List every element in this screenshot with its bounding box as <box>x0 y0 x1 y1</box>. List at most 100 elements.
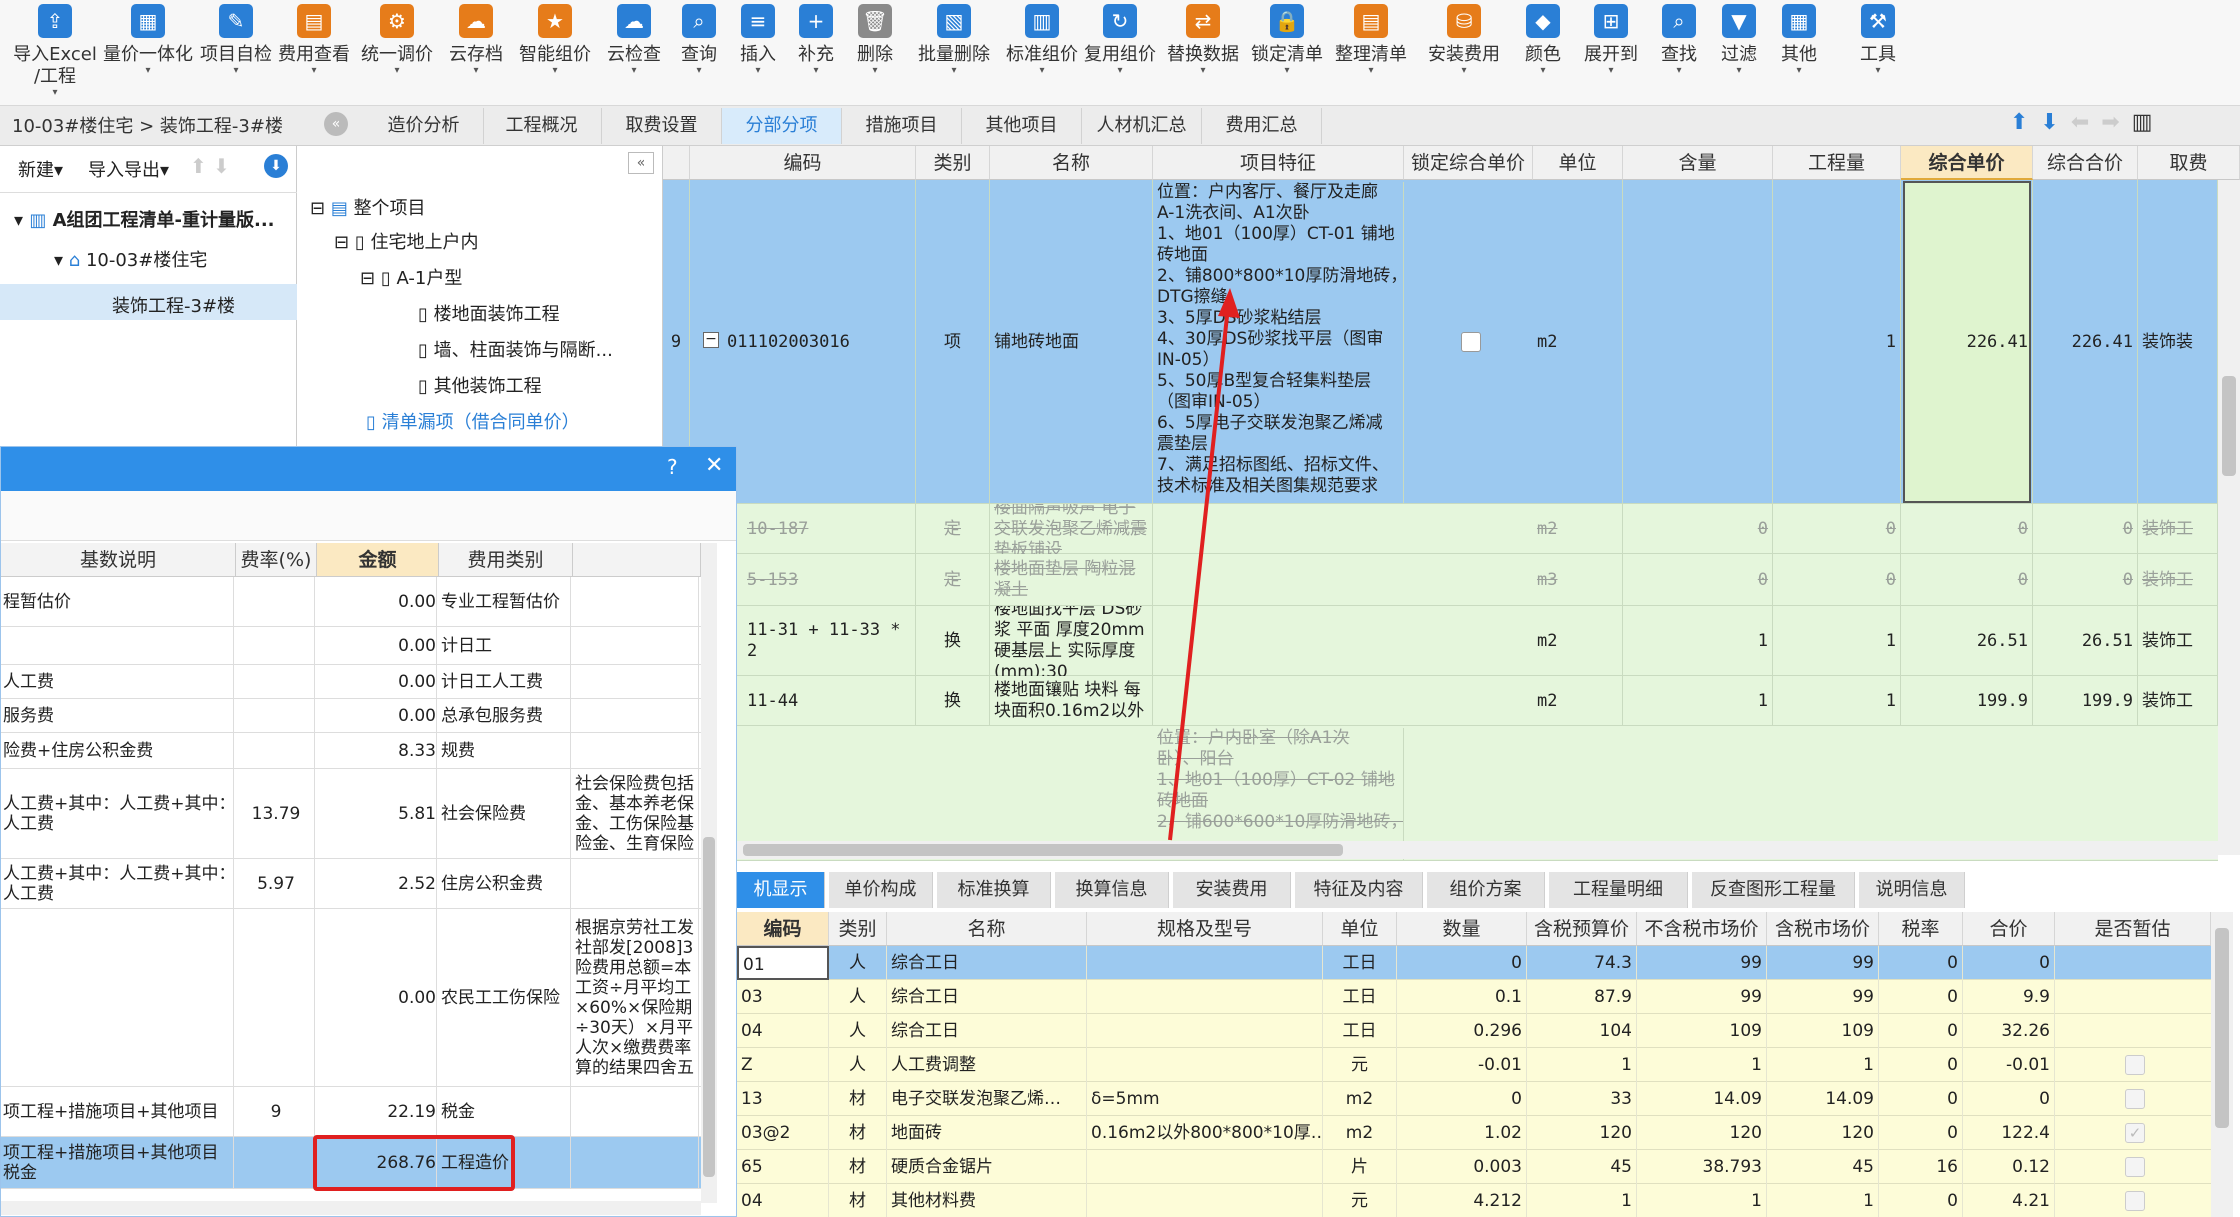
download-icon[interactable]: ⬇ <box>264 154 288 178</box>
toolbar-check-button[interactable]: ✎ 项目自检 ▾ <box>198 0 274 100</box>
estimate-checkbox[interactable] <box>2125 1055 2145 1075</box>
grid-header-2[interactable]: 名称 <box>990 146 1153 180</box>
detail-tab-0[interactable]: 机显示 <box>737 872 825 908</box>
collapse-panel-icon[interactable]: « <box>628 152 654 174</box>
toolbar-lock-button[interactable]: 🔒 锁定清单 ▾ <box>1248 0 1326 100</box>
detail-header-10[interactable]: 合价 <box>1963 912 2055 946</box>
toolbar-fee-view-button[interactable]: ▤ 费用查看 ▾ <box>276 0 352 100</box>
tab-5[interactable]: 其他项目 <box>962 108 1082 144</box>
tree-item-building[interactable]: ▾ ⌂ 10-03#楼住宅 <box>54 246 207 272</box>
grid-vscroll[interactable] <box>2218 180 2240 855</box>
tab-7[interactable]: 费用汇总 <box>1202 108 1322 144</box>
detail-header-5[interactable]: 数量 <box>1397 912 1527 946</box>
close-icon[interactable]: ✕ <box>705 453 723 478</box>
detail-header-11[interactable]: 是否暂估 <box>2055 912 2211 946</box>
detail-tab-6[interactable]: 组价方案 <box>1427 872 1545 908</box>
detail-header-4[interactable]: 单位 <box>1323 912 1397 946</box>
detail-header-2[interactable]: 名称 <box>887 912 1087 946</box>
ptree-item[interactable]: ▯ 墙、柱面装饰与隔断... <box>418 336 613 362</box>
detail-tab-5[interactable]: 特征及内容 <box>1295 872 1423 908</box>
toolbar-smart-price-button[interactable]: ★ 智能组价 ▾ <box>512 0 598 100</box>
toolbar-replace-data-button[interactable]: ⇄ 替换数据 ▾ <box>1160 0 1246 100</box>
detail-header-1[interactable]: 类别 <box>829 912 887 946</box>
tab-0[interactable]: 造价分析 <box>364 108 484 144</box>
ptree-item[interactable]: ▯ 清单漏项（借合同单价） <box>366 408 580 434</box>
detail-tab-1[interactable]: 单价构成 <box>829 872 933 908</box>
tab-3[interactable]: 分部分项 <box>722 108 842 144</box>
toolbar-supplement-button[interactable]: + 补充 ▾ <box>788 0 844 100</box>
detail-header-9[interactable]: 税率 <box>1879 912 1963 946</box>
grid-header-10[interactable]: 取费 <box>2138 146 2240 180</box>
tree-item-decoration[interactable]: 装饰工程-3#楼 <box>112 292 235 318</box>
grid-header-9[interactable]: 综合合价 <box>2033 146 2138 180</box>
grid-header-8[interactable]: 综合单价 <box>1901 146 2033 180</box>
detail-tab-3[interactable]: 换算信息 <box>1055 872 1169 908</box>
dialog-hscroll[interactable] <box>1 1201 701 1215</box>
grid-header-5[interactable]: 单位 <box>1533 146 1623 180</box>
help-icon[interactable]: ? <box>667 455 678 479</box>
toolbar-standard-price-button[interactable]: ▥ 标准组价 ▾ <box>1004 0 1080 100</box>
tab-4[interactable]: 措施项目 <box>842 108 962 144</box>
grid-header-0[interactable]: 编码 <box>690 146 916 180</box>
toolbar-batch-delete-button[interactable]: ▧ 批量删除 ▾ <box>906 0 1002 100</box>
detail-header-7[interactable]: 不含税市场价 <box>1637 912 1767 946</box>
detail-tab-8[interactable]: 反查图形工程量 <box>1692 872 1855 908</box>
estimate-checkbox[interactable] <box>2125 1191 2145 1211</box>
toolbar-cloud-check-button[interactable]: ☁ 云检查 ▾ <box>600 0 668 100</box>
toolbar-adjust-price-button[interactable]: ⚙ 统一调价 ▾ <box>354 0 440 100</box>
detail-tab-2[interactable]: 标准换算 <box>937 872 1051 908</box>
toolbar-insert-button[interactable]: ≡ 插入 ▾ <box>730 0 786 100</box>
dialog-header-0[interactable]: 基数说明 <box>1 543 236 577</box>
tab-1[interactable]: 工程概况 <box>482 108 602 144</box>
detail-tab-9[interactable]: 说明信息 <box>1859 872 1965 908</box>
import-export-button[interactable]: 导入导出▾ <box>88 156 169 182</box>
detail-header-3[interactable]: 规格及型号 <box>1087 912 1323 946</box>
grid-header-7[interactable]: 工程量 <box>1773 146 1901 180</box>
toolbar-organize-list-button[interactable]: ▤ 整理清单 ▾ <box>1328 0 1414 100</box>
ptree-item[interactable]: ⊟ ▤ 整个项目 <box>310 194 426 220</box>
grid-header-3[interactable]: 项目特征 <box>1153 146 1404 180</box>
new-button[interactable]: 新建▾ <box>18 156 63 182</box>
toolbar-install-fee-button[interactable]: ⛁ 安装费用 ▾ <box>1416 0 1512 100</box>
toolbar-trash-button[interactable]: 🗑 删除 ▾ <box>846 0 904 100</box>
detail-vscroll-thumb[interactable] <box>2215 928 2229 1128</box>
estimate-checkbox[interactable] <box>2125 1157 2145 1177</box>
dialog-header-1[interactable]: 费率(%) <box>236 543 317 577</box>
dialog-header-2[interactable]: 金额 <box>317 543 439 577</box>
toolbar-cloud-upload-button[interactable]: ☁ 云存档 ▾ <box>442 0 510 100</box>
detail-tab-7[interactable]: 工程量明细 <box>1549 872 1688 908</box>
toolbar-filter-button[interactable]: ▼ 过滤 ▾ <box>1710 0 1768 100</box>
detail-header-6[interactable]: 含税预算价 <box>1527 912 1637 946</box>
collapse-row-icon[interactable]: − <box>703 332 719 348</box>
grid-header-1[interactable]: 类别 <box>916 146 990 180</box>
ptree-item[interactable]: ▯ 其他装饰工程 <box>418 372 542 398</box>
toolbar-other-grid-button[interactable]: ▦ 其他 ▾ <box>1770 0 1828 100</box>
toolbar-color-button[interactable]: ◆ 颜色 ▾ <box>1514 0 1572 100</box>
tab-6[interactable]: 人材机汇总 <box>1082 108 1202 144</box>
toolbar-import-excel-button[interactable]: ⇪ 导入Excel /工程 ▾ <box>12 0 98 100</box>
ptree-item[interactable]: ⊟ ▯ 住宅地上户内 <box>334 228 478 254</box>
estimate-checkbox[interactable]: ✓ <box>2125 1123 2145 1143</box>
grid-header-6[interactable]: 含量 <box>1623 146 1773 180</box>
toolbar-tool-button[interactable]: ⚒ 工具 ▾ <box>1830 0 1926 100</box>
grid-vscroll-thumb[interactable] <box>2222 376 2236 476</box>
grid-header-4[interactable]: 锁定综合单价 <box>1404 146 1533 180</box>
toolbar-reuse-price-button[interactable]: ↻ 复用组价 ▾ <box>1082 0 1158 100</box>
toolbar-expand-button[interactable]: ⊞ 展开到 ▾ <box>1574 0 1648 100</box>
grid-hscroll-thumb[interactable] <box>743 844 1343 856</box>
ptree-item[interactable]: ▯ 楼地面装饰工程 <box>418 300 560 326</box>
tab-2[interactable]: 取费设置 <box>602 108 722 144</box>
estimate-checkbox[interactable] <box>2125 1089 2145 1109</box>
collapse-icon[interactable]: « <box>324 112 348 136</box>
lock-price-checkbox[interactable] <box>1461 332 1481 352</box>
toolbar-integration-button[interactable]: ▦ 量价一体化 ▾ <box>100 0 196 100</box>
dialog-header-3[interactable]: 费用类别 <box>439 543 573 577</box>
detail-header-0[interactable]: 编码 <box>737 912 829 946</box>
ptree-item[interactable]: ⊟ ▯ A-1户型 <box>360 264 462 290</box>
toolbar-find-button[interactable]: ⌕ 查找 ▾ <box>1650 0 1708 100</box>
move-arrows-icon[interactable]: ⬆ ⬇ <box>190 154 230 178</box>
toolbar-query-button[interactable]: ⌕ 查询 ▾ <box>670 0 728 100</box>
detail-header-8[interactable]: 含税市场价 <box>1767 912 1879 946</box>
tree-item-root[interactable]: ▾ ▥ A组团工程清单-重计量版... <box>14 206 275 232</box>
detail-tab-4[interactable]: 安装费用 <box>1173 872 1291 908</box>
